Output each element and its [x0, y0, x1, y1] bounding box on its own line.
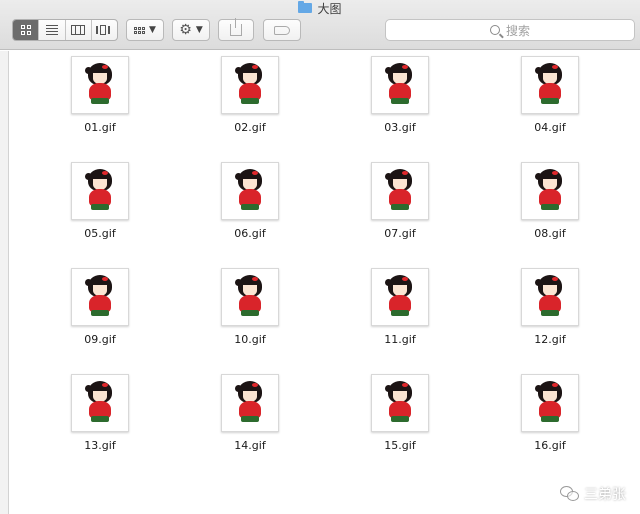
file-name: 01.gif [84, 121, 116, 134]
tags-button[interactable] [263, 19, 301, 41]
file-item[interactable]: 11.gif [325, 268, 475, 374]
window-title: 大图 [0, 0, 640, 16]
file-name: 05.gif [84, 227, 116, 240]
file-thumbnail [71, 56, 129, 114]
cover-flow-view-button[interactable] [92, 20, 117, 40]
cartoon-girl-image [85, 381, 115, 425]
file-item[interactable]: 02.gif [175, 56, 325, 162]
gear-icon: ⚙ [179, 22, 192, 38]
file-item[interactable]: 08.gif [475, 162, 625, 268]
icon-view-button[interactable] [13, 20, 40, 40]
watermark-text: 三弟张 [584, 487, 626, 503]
file-name: 14.gif [234, 439, 266, 452]
tag-icon [274, 25, 290, 35]
file-name: 10.gif [234, 333, 266, 346]
wechat-icon [560, 486, 580, 502]
file-item[interactable]: 05.gif [25, 162, 175, 268]
cartoon-girl-image [85, 63, 115, 107]
file-name: 03.gif [384, 121, 416, 134]
cartoon-girl-image [385, 169, 415, 213]
file-name: 08.gif [534, 227, 566, 240]
file-thumbnail [521, 374, 579, 432]
cartoon-girl-image [235, 169, 265, 213]
icon-view-icon [20, 25, 31, 35]
cartoon-girl-image [235, 63, 265, 107]
share-button[interactable] [218, 18, 254, 41]
file-thumbnail [71, 268, 129, 326]
file-thumbnail [221, 268, 279, 326]
file-item[interactable]: 10.gif [175, 268, 325, 374]
cartoon-girl-image [85, 275, 115, 319]
view-mode-control [12, 19, 118, 41]
cartoon-girl-image [535, 381, 565, 425]
file-item[interactable]: 09.gif [25, 268, 175, 374]
file-item[interactable]: 04.gif [475, 56, 625, 162]
action-button[interactable]: ⚙ ▼ [172, 19, 210, 41]
search-icon [489, 25, 500, 35]
file-item[interactable]: 15.gif [325, 374, 475, 480]
column-view-icon [71, 25, 86, 35]
list-view-button[interactable] [39, 20, 66, 40]
cartoon-girl-image [235, 381, 265, 425]
arrange-button[interactable]: ▼ [126, 19, 164, 41]
file-item[interactable]: 12.gif [475, 268, 625, 374]
folder-icon [298, 1, 313, 13]
file-item[interactable]: 16.gif [475, 374, 625, 480]
column-view-button[interactable] [66, 20, 92, 40]
cartoon-girl-image [385, 275, 415, 319]
file-thumbnail [521, 268, 579, 326]
list-view-icon [45, 25, 58, 35]
chevron-down-icon: ▼ [149, 25, 156, 35]
file-thumbnail [371, 162, 429, 220]
file-name: 15.gif [384, 439, 416, 452]
file-thumbnail [221, 162, 279, 220]
file-item[interactable]: 03.gif [325, 56, 475, 162]
file-item[interactable]: 14.gif [175, 374, 325, 480]
search-field[interactable]: 搜索 [385, 19, 635, 41]
share-icon [230, 18, 242, 36]
window-title-text: 大图 [317, 1, 342, 16]
file-name: 12.gif [534, 333, 566, 346]
file-item[interactable]: 07.gif [325, 162, 475, 268]
toolbar: 大图 ▼ ⚙ ▼ 搜索 [0, 0, 640, 50]
file-name: 06.gif [234, 227, 266, 240]
sidebar-edge [0, 51, 9, 514]
cartoon-girl-image [385, 63, 415, 107]
file-thumbnail [221, 56, 279, 114]
file-item[interactable]: 13.gif [25, 374, 175, 480]
file-thumbnail [521, 162, 579, 220]
cartoon-girl-image [535, 169, 565, 213]
file-name: 04.gif [534, 121, 566, 134]
watermark: 三弟张 [560, 484, 626, 504]
search-placeholder: 搜索 [505, 23, 530, 38]
cartoon-girl-image [535, 63, 565, 107]
file-thumbnail [371, 374, 429, 432]
file-name: 16.gif [534, 439, 566, 452]
file-grid: 01.gif 02.gif 03.gif 04.gif 05.gif 06.gif 07.g… [25, 56, 625, 480]
file-name: 02.gif [234, 121, 266, 134]
cartoon-girl-image [85, 169, 115, 213]
arrange-icon [134, 26, 146, 34]
file-thumbnail [371, 268, 429, 326]
file-thumbnail [371, 56, 429, 114]
file-name: 07.gif [384, 227, 416, 240]
file-name: 09.gif [84, 333, 116, 346]
file-item[interactable]: 01.gif [25, 56, 175, 162]
file-thumbnail [71, 374, 129, 432]
file-thumbnail [221, 374, 279, 432]
file-thumbnail [521, 56, 579, 114]
chevron-down-icon: ▼ [195, 25, 203, 35]
finder-window: 大图 ▼ ⚙ ▼ 搜索 01.gif 02.gif 03.gif 04.gif … [0, 0, 640, 514]
file-name: 13.gif [84, 439, 116, 452]
file-thumbnail [71, 162, 129, 220]
file-item[interactable]: 06.gif [175, 162, 325, 268]
cartoon-girl-image [385, 381, 415, 425]
cover-flow-icon [96, 25, 112, 35]
file-name: 11.gif [384, 333, 416, 346]
cartoon-girl-image [235, 275, 265, 319]
cartoon-girl-image [535, 275, 565, 319]
